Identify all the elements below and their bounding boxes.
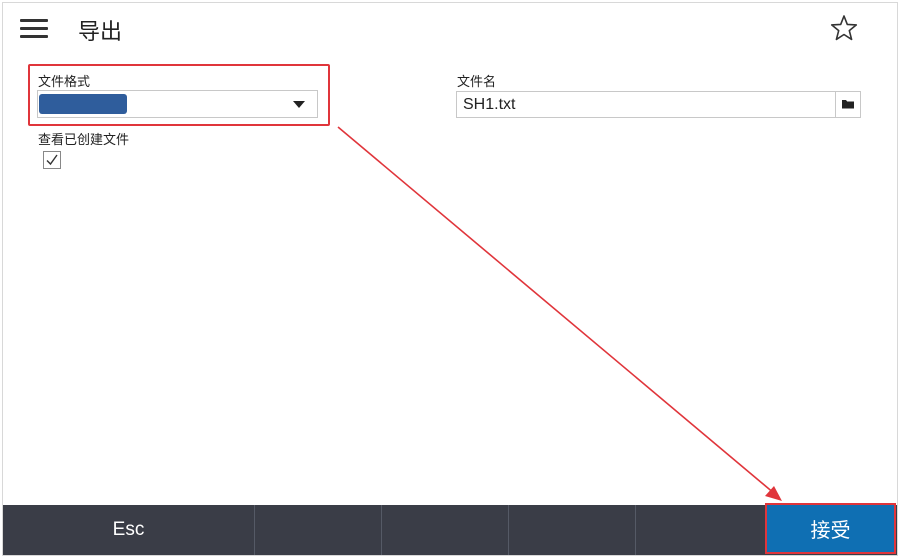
checkmark-icon: [46, 154, 58, 166]
annotation-highlight-format: [28, 64, 330, 126]
accept-label: 接受: [810, 518, 851, 542]
toolbar-slot[interactable]: [255, 505, 382, 555]
esc-label: Esc: [112, 519, 145, 540]
accept-button[interactable]: 接受: [765, 503, 896, 554]
toolbar-slot[interactable]: [636, 505, 765, 555]
bottom-toolbar: Esc: [3, 505, 897, 555]
esc-button[interactable]: Esc: [3, 505, 255, 555]
toolbar-slot[interactable]: [382, 505, 509, 555]
browse-folder-button[interactable]: [835, 91, 861, 118]
hamburger-menu-icon[interactable]: [20, 17, 50, 39]
view-created-file-checkbox[interactable]: [43, 151, 61, 169]
star-icon[interactable]: [830, 14, 858, 42]
folder-icon: [842, 100, 854, 109]
toolbar-slot[interactable]: [509, 505, 636, 555]
file-name-label: 文件名: [457, 75, 497, 90]
view-created-file-label: 查看已创建文件: [38, 133, 130, 148]
page-title: 导出: [78, 20, 123, 45]
file-name-input[interactable]: SH1.txt: [456, 91, 836, 118]
